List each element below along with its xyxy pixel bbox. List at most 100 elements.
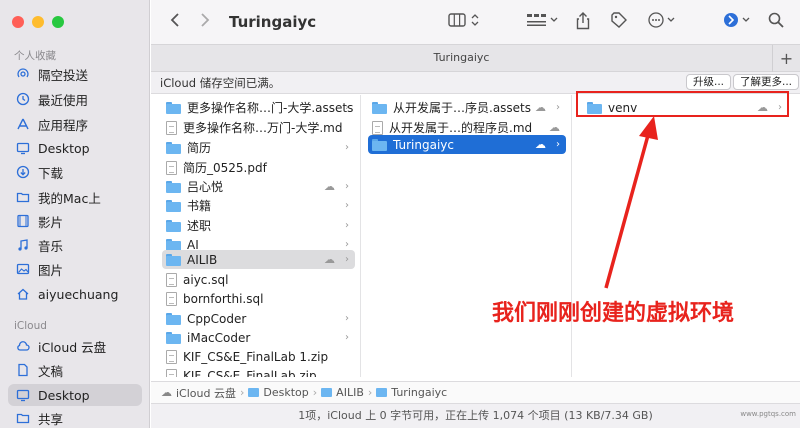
document-icon [372,120,383,135]
chevron-right-icon: › [556,139,560,150]
cloud-icon [16,339,30,353]
favorites-heading: 个人收藏 [14,50,56,62]
shared-folder-icon [16,411,30,425]
list-item-selected[interactable]: Turingaiyc ☁ › [368,135,566,154]
tab-turingaiyc[interactable]: Turingaiyc [151,51,772,64]
sidebar-item-documents[interactable]: 文稿 [8,359,142,381]
list-item[interactable]: bornforthi.sql [162,289,355,308]
cloud-icon: ☁ [324,253,335,266]
sidebar-item-on-my-mac[interactable]: 我的Mac上 [8,186,142,208]
film-icon [16,214,30,228]
sidebar-item-label: 隔空投送 [38,67,89,83]
document-icon [166,272,177,287]
folder-icon [372,101,387,114]
path-segment[interactable]: Turingaiyc [391,386,447,399]
list-item[interactable]: 简历 › [162,138,355,157]
sidebar-item-applications[interactable]: 应用程序 [8,113,142,135]
sidebar-item-downloads[interactable]: 下载 [8,161,142,183]
folder-icon [166,101,181,114]
sidebar-item-home[interactable]: aiyuechuang [8,283,142,305]
folder-icon [166,219,181,232]
view-columns-icon[interactable] [448,12,482,28]
cloud-icon: ☁ [535,101,546,114]
folder-icon [376,388,388,397]
airdrop-icon [16,67,30,81]
chevron-right-icon: › [239,386,245,399]
sidebar-item-label: iCloud 云盘 [38,339,107,355]
document-icon [16,363,30,377]
share-icon[interactable] [576,12,590,30]
cloud-icon: ☁ [161,386,172,399]
sidebar-item-music[interactable]: 音乐 [8,234,142,256]
list-item[interactable]: 简历_0525.pdf [162,158,355,177]
chevron-right-icon: › [345,313,349,324]
zoom-window-button[interactable] [52,16,64,28]
desktop-icon [16,141,30,155]
watermark: www.pgtqs.com [740,410,796,418]
list-item[interactable]: CppCoder › [162,309,355,328]
sidebar-item-label: aiyuechuang [38,286,119,302]
list-item[interactable]: KIF_CS&E_FinalLab.zip [162,366,355,377]
list-item[interactable]: 更多操作名称…万门-大学.md [162,118,355,137]
more-actions-icon[interactable] [648,12,678,28]
list-item[interactable]: KIF_CS&E_FinalLab 1.zip [162,347,355,366]
path-segment[interactable]: Desktop [263,386,308,399]
folder-icon [166,141,181,154]
sidebar-item-shared[interactable]: 共享 [8,407,142,428]
photo-icon [16,262,30,276]
forward-icon[interactable] [199,12,211,28]
list-item-selected[interactable]: AILIB ☁ › [162,250,355,269]
list-item[interactable]: 吕心悦 ☁ › [162,177,355,196]
group-icon[interactable] [526,12,560,28]
list-item[interactable]: aiyc.sql [162,270,355,289]
back-icon[interactable] [169,12,181,28]
sidebar-item-label: 最近使用 [38,92,89,108]
chevron-right-icon: › [345,332,349,343]
chevron-right-icon: › [345,102,349,113]
sidebar-item-icloud-drive[interactable]: iCloud 云盘 [8,335,142,357]
minimize-window-button[interactable] [32,16,44,28]
tab-bar: Turingaiyc + [151,44,800,72]
search-icon[interactable] [768,12,784,28]
new-tab-button[interactable]: + [772,45,800,72]
list-item[interactable]: iMacCoder › [162,328,355,347]
cloud-icon: ☁ [549,121,560,134]
chevron-right-icon: › [345,239,349,250]
upgrade-button[interactable]: 升级... [686,74,732,90]
folder-icon [248,388,260,397]
list-item[interactable]: 更多操作名称…门-大学.assets › [162,98,355,117]
status-text: 1项，iCloud 上 0 字节可用，正在上传 1,074 个项目 (13 KB… [298,409,653,422]
learn-more-button[interactable]: 了解更多... [733,74,800,90]
chevron-right-icon: › [345,181,349,192]
sidebar-item-movies[interactable]: 影片 [8,210,142,232]
path-segment[interactable]: AILIB [336,386,364,399]
tag-icon[interactable] [610,12,628,28]
sidebar-item-label: 共享 [38,411,64,427]
sidebar-item-pictures[interactable]: 图片 [8,258,142,280]
chevron-right-icon: › [312,386,318,399]
column-3: venv ☁ › [573,95,800,377]
zip-icon [166,368,177,377]
path-segment[interactable]: iCloud 云盘 [176,385,236,401]
chevron-right-icon: › [345,200,349,211]
list-item[interactable]: 书籍 › [162,196,355,215]
close-window-button[interactable] [12,16,24,28]
banner-message: iCloud 储存空间已满。 [160,76,281,90]
zip-icon [166,349,177,364]
sidebar-item-icloud-desktop[interactable]: Desktop [8,384,142,406]
folder-icon [166,331,181,344]
list-item[interactable]: 述职 › [162,216,355,235]
list-item[interactable]: 从开发属于…序员.assets ☁ › [368,98,566,117]
folder-icon [16,190,30,204]
sidebar-item-airdrop[interactable]: 隔空投送 [8,63,142,85]
sidebar-item-desktop[interactable]: Desktop [8,137,142,159]
chevron-right-icon: › [345,254,349,265]
highlight-box [576,91,789,117]
home-icon [16,287,30,301]
annotation-text: 我们刚刚创建的虚拟环境 [492,301,735,326]
extension-icon[interactable] [723,12,753,28]
window-controls [12,16,64,28]
sidebar-item-recents[interactable]: 最近使用 [8,88,142,110]
sidebar-item-label: 我的Mac上 [38,190,101,206]
sidebar-item-label: Desktop [38,140,90,156]
